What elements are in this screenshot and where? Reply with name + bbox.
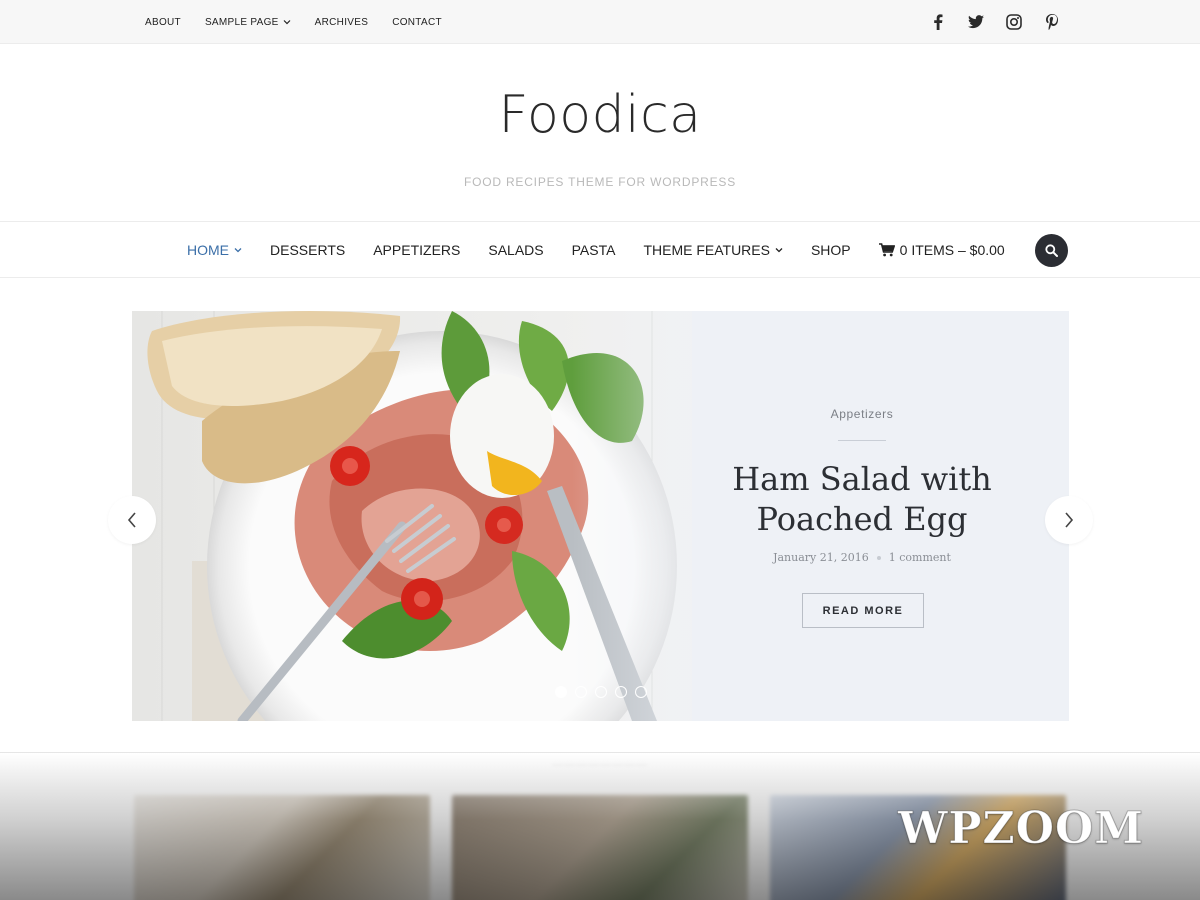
wpzoom-watermark: WPZOOM [898,803,1144,855]
nav-item-salads[interactable]: SALADS [488,242,543,258]
main-nav-items: HOME DESSERTS APPETIZERS SALADS PASTA TH… [187,222,1033,277]
facebook-icon[interactable] [930,14,946,30]
nav-cart[interactable]: 0 ITEMS – $0.00 [878,241,1005,258]
slider-dot-2[interactable] [575,686,587,698]
slider-pagination [555,686,647,698]
nav-item-appetizers[interactable]: APPETIZERS [373,242,460,258]
slide-title[interactable]: Ham Salad with Poached Egg [692,459,1032,539]
nav-item-label: SHOP [810,241,851,258]
search-icon [1045,244,1058,257]
top-bar: ABOUT SAMPLE PAGE ARCHIVES CONTACT [0,0,1200,44]
social-links [930,0,1060,44]
top-menu-contact[interactable]: CONTACT [392,17,442,28]
slide-divider [838,440,886,441]
slider-dot-5[interactable] [635,686,647,698]
cart-label: 0 ITEMS – $0.00 [899,241,1005,258]
chevron-left-icon [127,512,136,528]
top-menu-archives[interactable]: ARCHIVES [315,17,369,28]
top-menu-about[interactable]: ABOUT [145,17,181,28]
nav-item-label: DESSERTS [270,241,346,258]
slider-prev-button[interactable] [108,496,156,544]
site-tagline: FOOD RECIPES THEME FOR WORDPRESS [463,175,737,189]
slider-next-button[interactable] [1045,496,1093,544]
instagram-icon[interactable] [1006,14,1022,30]
nav-item-label: APPETIZERS [373,241,461,258]
top-menu-sample-page[interactable]: SAMPLE PAGE [205,17,291,28]
slider-dot-1[interactable] [555,686,567,698]
top-menu-label: ABOUT [145,16,181,28]
nav-item-label: HOME [187,241,229,258]
meta-separator [876,556,881,560]
nav-item-theme-features[interactable]: THEME FEATURES [643,242,783,258]
site-logo[interactable]: Foodica [0,85,1200,145]
slide-content: Appetizers Ham Salad with Poached Egg Ja… [692,311,1032,721]
top-menu-label: CONTACT [392,16,442,28]
slide-meta: January 21, 2016 1 comment [692,551,1032,564]
chevron-down-icon [234,247,242,252]
slide-title-line: Poached Egg [756,500,968,538]
nav-item-label: SALADS [488,241,544,258]
chevron-down-icon [283,20,291,25]
featured-slider: Appetizers Ham Salad with Poached Egg Ja… [108,311,1093,721]
site-header: Foodica FOOD RECIPES THEME FOR WORDPRESS [0,45,1200,221]
slider-dot-3[interactable] [595,686,607,698]
slide-comments[interactable]: 1 comment [889,551,951,564]
slide-title-line: Ham Salad with [732,460,992,498]
nav-item-shop[interactable]: SHOP [811,242,851,258]
slide-category[interactable]: Appetizers [692,407,1032,421]
nav-item-label: PASTA [571,241,616,258]
top-menu-label: SAMPLE PAGE [204,16,279,28]
recent-posts-preview: ———————— WPZOOM [0,752,1200,900]
slider-dot-4[interactable] [615,686,627,698]
nav-item-desserts[interactable]: DESSERTS [270,242,345,258]
nav-item-label: THEME FEATURES [643,241,770,258]
slide-date: January 21, 2016 [773,551,869,564]
cart-icon [878,242,895,256]
main-nav: HOME DESSERTS APPETIZERS SALADS PASTA TH… [0,221,1200,278]
read-more-button[interactable]: READ MORE [802,593,924,628]
pinterest-icon[interactable] [1044,14,1060,30]
search-button[interactable] [1035,234,1068,267]
top-menu: ABOUT SAMPLE PAGE ARCHIVES CONTACT [145,0,466,44]
nav-item-home[interactable]: HOME [187,242,242,258]
nav-item-pasta[interactable]: PASTA [572,242,616,258]
twitter-icon[interactable] [968,14,984,30]
top-menu-label: ARCHIVES [314,16,369,28]
chevron-right-icon [1065,512,1074,528]
chevron-down-icon [775,247,783,252]
